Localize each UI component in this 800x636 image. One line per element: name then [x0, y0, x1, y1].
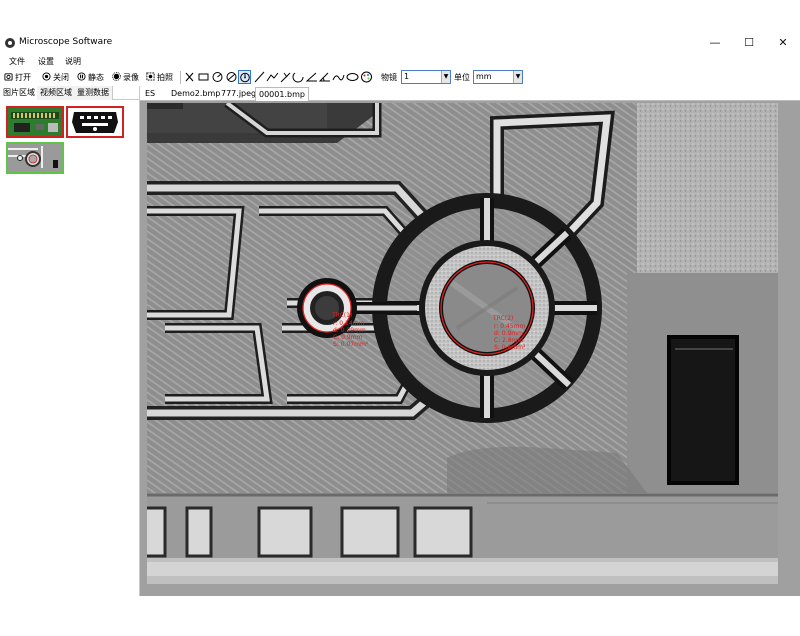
- record-button[interactable]: 录像: [112, 71, 139, 84]
- left-panel: 图片区域 视频区域 量测数据: [0, 86, 140, 596]
- circle-diameter-icon: [226, 72, 237, 82]
- rectangle-tool[interactable]: [197, 70, 210, 84]
- angle-three-point-tool[interactable]: [318, 70, 331, 84]
- record-label: 录像: [123, 73, 139, 82]
- measure-label-small-line: d: 0.29mm: [333, 327, 366, 334]
- doc-tab-00001[interactable]: 00001.bmp: [255, 87, 309, 101]
- app-logo-icon: [5, 38, 15, 48]
- measure-label-large-line: C: 2.8mm: [494, 337, 524, 344]
- circle-center-icon: [240, 72, 250, 83]
- camera-icon: [4, 73, 13, 81]
- thumbnail-image: [68, 108, 122, 136]
- window-title: Microscope Software: [19, 37, 113, 47]
- measure-label-large-line: r: 0.45mm: [494, 323, 525, 330]
- doc-tab-777[interactable]: 777.jpeg: [218, 87, 259, 101]
- close-label: 关闭: [53, 73, 69, 82]
- image-viewer[interactable]: TRC(1) r: 0.14mm d: 0.29mm C: 0.9mm S: 0…: [140, 101, 800, 596]
- thumbnail-video[interactable]: [6, 142, 64, 174]
- stop-icon: [42, 72, 51, 81]
- line-tool[interactable]: [253, 70, 266, 84]
- tab-video-area[interactable]: 视频区域: [37, 86, 76, 100]
- maximize-button[interactable]: ☐: [732, 32, 766, 54]
- chevron-down-icon: ▼: [441, 71, 450, 83]
- ellipse-icon: [346, 73, 359, 81]
- doc-tab-demo2[interactable]: Demo2.bmp: [168, 87, 223, 101]
- document-tabs: ES Demo2.bmp 777.jpeg 00001.bmp: [140, 86, 800, 101]
- thumbnail-pcb[interactable]: [6, 106, 64, 138]
- microscope-image[interactable]: TRC(1) r: 0.14mm d: 0.29mm C: 0.9mm S: 0…: [147, 103, 778, 584]
- open-label: 打开: [15, 73, 31, 82]
- app-window: Microscope Software — ☐ ✕ 文件 设置 说明 打开 关闭…: [0, 0, 800, 636]
- record-icon: [112, 72, 121, 81]
- micrograph: TRC(1) r: 0.14mm d: 0.29mm C: 0.9mm S: 0…: [147, 103, 778, 584]
- unit-value: mm: [476, 72, 492, 81]
- objective-value: 1: [404, 72, 410, 81]
- arc-tool[interactable]: [292, 70, 305, 84]
- polyline-icon: [266, 72, 279, 82]
- menu-bar: 文件 设置 说明: [0, 55, 800, 69]
- close-camera-button[interactable]: 关闭: [42, 71, 69, 84]
- measure-label-large-title: TRC(2): [492, 315, 513, 322]
- measure-label-large-line: d: 0.9mm: [494, 330, 523, 337]
- ellipse-tool[interactable]: [346, 70, 359, 84]
- curve-icon: [332, 74, 345, 81]
- color-tool[interactable]: [360, 70, 373, 84]
- menu-help[interactable]: 说明: [65, 56, 81, 67]
- objective-select[interactable]: 1 ▼: [401, 70, 451, 84]
- unit-select[interactable]: mm ▼: [473, 70, 523, 84]
- circle-tool[interactable]: [211, 70, 224, 84]
- thumbnail-image: [8, 144, 62, 172]
- angle-tool[interactable]: [305, 70, 318, 84]
- rectangle-icon: [198, 73, 209, 81]
- still-label: 静态: [88, 73, 104, 82]
- measure-label-large-line: S: 0.6mm²: [494, 344, 526, 351]
- capture-label: 拍照: [157, 73, 173, 82]
- perpendicular-tool[interactable]: [279, 70, 292, 84]
- cursor-cross-icon: [185, 72, 194, 82]
- circle-diameter-tool[interactable]: [225, 70, 238, 84]
- open-button[interactable]: 打开: [4, 71, 31, 84]
- pause-icon: [77, 72, 86, 81]
- menu-settings[interactable]: 设置: [38, 56, 54, 67]
- tab-measure-data[interactable]: 量测数据: [74, 86, 113, 100]
- chevron-down-icon: ▼: [513, 71, 522, 83]
- bottom-margin: [0, 596, 800, 636]
- measure-label-small-line: C: 0.9mm: [333, 334, 363, 341]
- angle-arc-icon: [318, 72, 330, 82]
- snapshot-icon: [146, 72, 155, 81]
- menu-file[interactable]: 文件: [9, 56, 25, 67]
- circle-center-tool[interactable]: [238, 70, 251, 84]
- toolbar-separator: [180, 71, 181, 84]
- unit-label: 单位: [454, 73, 470, 82]
- doc-tab-es[interactable]: ES: [142, 87, 158, 101]
- close-button[interactable]: ✕: [766, 32, 800, 54]
- still-button[interactable]: 静态: [77, 71, 104, 84]
- perpendicular-icon: [280, 72, 291, 83]
- toolbar: 打开 关闭 静态 录像 拍照 物镜 1 ▼ 单位 mm ▼: [0, 69, 800, 86]
- tab-image-area[interactable]: 图片区域: [0, 86, 39, 100]
- title-bar: Microscope Software — ☐ ✕: [0, 32, 800, 54]
- thumbnail-diagram[interactable]: [66, 106, 124, 138]
- minimize-button[interactable]: —: [698, 32, 732, 54]
- polyline-tool[interactable]: [266, 70, 279, 84]
- measure-label-small-title: TRC(1): [331, 312, 352, 319]
- arc-icon: [292, 72, 304, 83]
- measure-label-small-line: r: 0.14mm: [333, 320, 364, 327]
- angle-icon: [305, 72, 317, 82]
- objective-label: 物镜: [381, 73, 397, 82]
- palette-icon: [361, 71, 372, 83]
- thumbnail-image: [8, 108, 62, 136]
- circle-radius-icon: [212, 72, 223, 82]
- line-icon: [254, 71, 265, 83]
- curve-tool[interactable]: [332, 70, 345, 84]
- left-tab-strip: 图片区域 视频区域 量测数据: [0, 86, 140, 100]
- capture-button[interactable]: 拍照: [146, 71, 173, 84]
- select-tool[interactable]: [183, 70, 196, 84]
- measure-label-small-line: S: 0.07mm²: [333, 341, 369, 348]
